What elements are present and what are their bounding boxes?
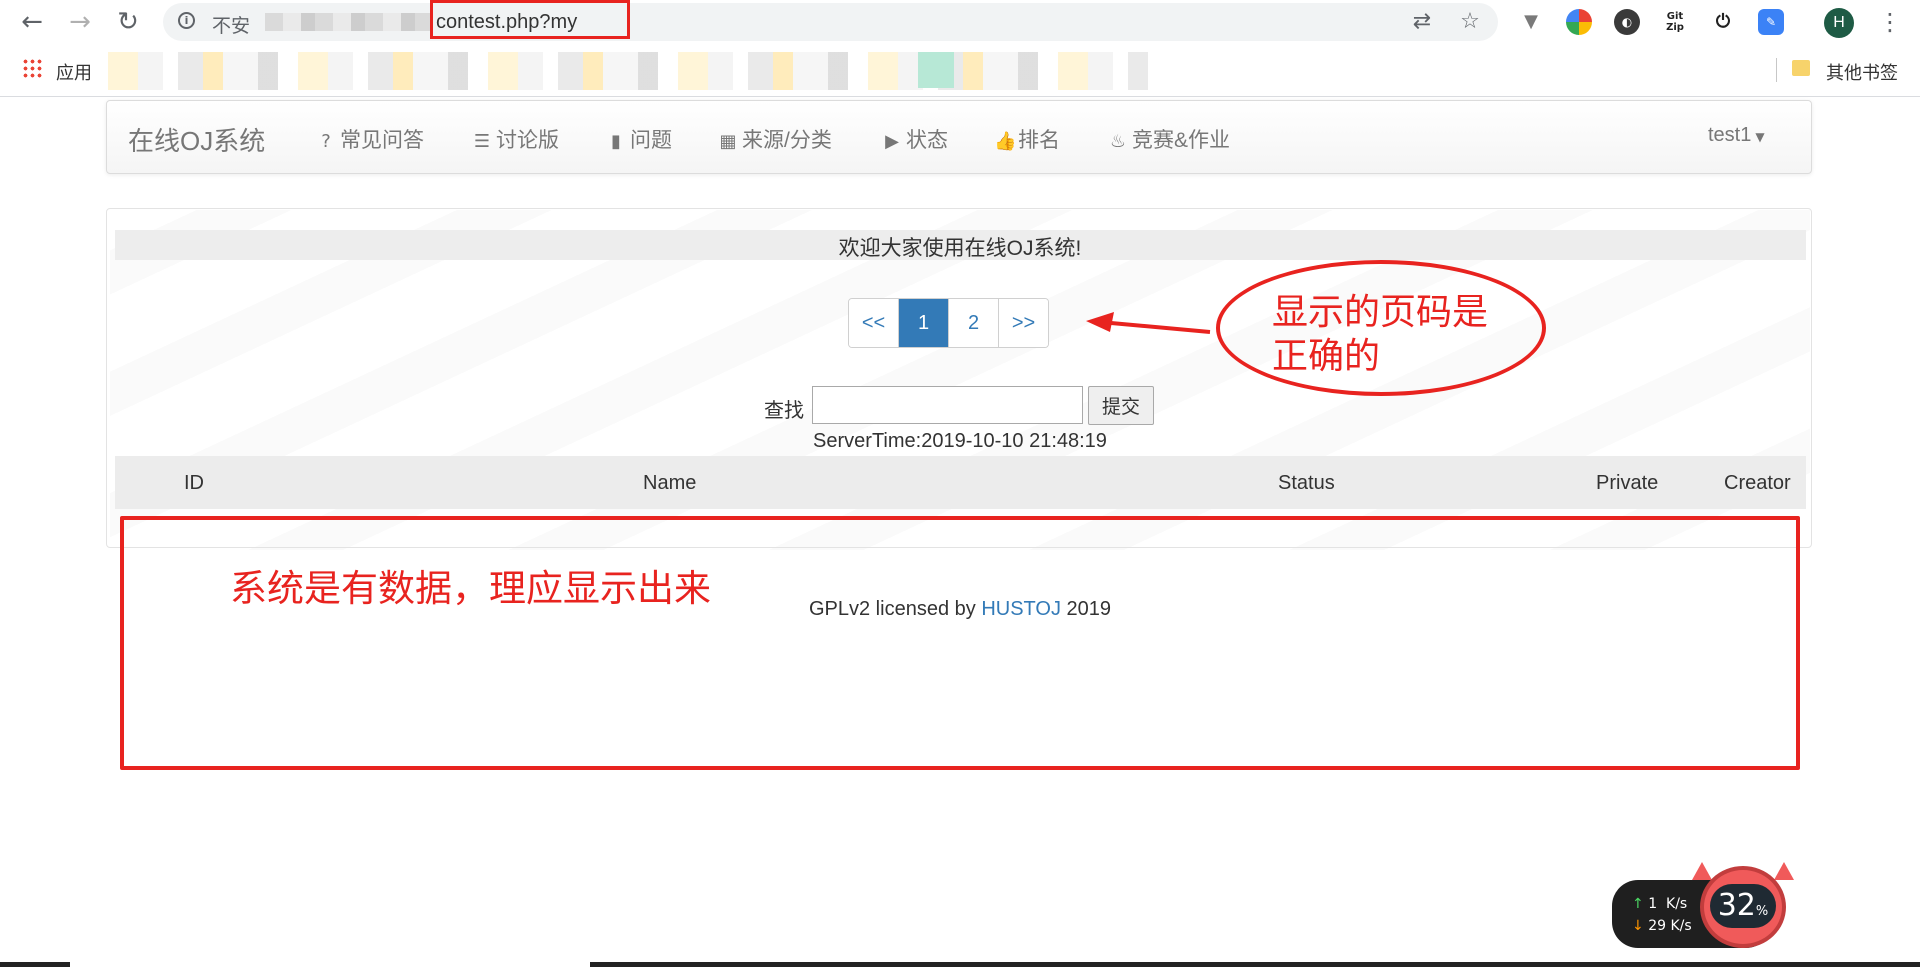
gauge-left-ear — [1692, 862, 1712, 880]
page-first[interactable]: << — [849, 299, 899, 347]
other-bookmarks[interactable]: 其他书签 — [1826, 59, 1898, 85]
bookmark-separator — [1776, 58, 1777, 82]
annotation-pager-note: 显示的页码是正确的 — [1272, 291, 1489, 376]
gauge-right-ear — [1774, 862, 1794, 880]
user-menu[interactable]: test1 ▼ — [1708, 124, 1765, 147]
nav-item-sources[interactable]: ▦ 来源/分类 — [718, 124, 831, 154]
taskbar-segment — [0, 962, 70, 967]
vue-devtools-icon[interactable]: ▼ — [1518, 9, 1544, 35]
nav-item-discuss[interactable]: ☰ 讨论版 — [472, 124, 559, 154]
column-header-creator: Creator — [1724, 472, 1791, 494]
caret-down-icon: ▼ — [1755, 130, 1765, 144]
play-circle-icon: ▶ — [885, 131, 899, 152]
cpu-usage: 32% — [1710, 884, 1776, 928]
fire-icon: ♨ — [1109, 131, 1127, 152]
annotation-arrow-icon — [1086, 312, 1211, 334]
translate-icon[interactable]: ⇄ — [1408, 8, 1436, 36]
annotation-table-note: 系统是有数据，理应显示出来 — [230, 568, 711, 609]
colorful-ext-icon[interactable] — [1566, 9, 1592, 35]
site-brand[interactable]: 在线OJ系统 — [128, 121, 265, 158]
dark-circle-ext-icon[interactable]: ◐ — [1614, 9, 1640, 35]
contest-table-header — [115, 456, 1806, 509]
blue-ext-icon[interactable]: ✎ — [1758, 9, 1784, 35]
bookmark-apps[interactable]: 应用 — [56, 59, 92, 85]
bottom-strip — [0, 961, 1920, 967]
power-ext-icon[interactable]: ⏻ — [1710, 9, 1736, 35]
server-time: ServerTime:2019-10-10 21:48:19 — [813, 430, 1107, 452]
arrow-up-icon: ↑ — [1632, 896, 1644, 912]
nav-item-ranking[interactable]: 👍排名 — [994, 124, 1060, 154]
annotation-table-box — [120, 516, 1800, 770]
back-arrow-icon[interactable]: ← — [16, 6, 48, 38]
upload-speed: ↑ 1 K/s — [1632, 896, 1688, 912]
nav-item-contests[interactable]: ♨ 竞赛&作业 — [1108, 124, 1230, 154]
download-speed: ↓ 29 K/s — [1632, 918, 1692, 934]
column-header-id: ID — [184, 472, 204, 494]
avatar[interactable]: H — [1824, 8, 1854, 38]
gitzip-ext-icon[interactable]: Git Zip — [1662, 9, 1688, 35]
nav-item-faq[interactable]: ? 常见问答 — [316, 124, 424, 154]
folder-icon — [1792, 60, 1810, 76]
nav-item-status[interactable]: ▶ 状态 — [882, 124, 948, 154]
url-text[interactable]: contest.php?my — [436, 11, 577, 34]
pagination: << 1 2 >> — [848, 298, 1049, 348]
star-icon[interactable]: ☆ — [1456, 8, 1484, 36]
search-input[interactable] — [812, 386, 1083, 424]
page-2[interactable]: 2 — [949, 299, 999, 347]
submit-button[interactable]: 提交 — [1088, 386, 1154, 425]
blurred-bookmark-green — [918, 52, 954, 88]
arrow-down-icon: ↓ — [1632, 918, 1644, 934]
welcome-text: 欢迎大家使用在线OJ系统! — [838, 237, 1082, 260]
column-header-name: Name — [643, 472, 697, 494]
nav-item-problems[interactable]: ▮ 问题 — [606, 124, 672, 154]
question-circle-icon: ? — [321, 131, 331, 152]
kebab-menu-icon[interactable]: ⋮ — [1878, 6, 1902, 38]
info-icon[interactable]: i — [178, 12, 195, 29]
list-icon: ☰ — [473, 131, 491, 152]
apps-grid-icon[interactable] — [22, 58, 42, 78]
search-label: 查找 — [764, 400, 804, 422]
column-header-private: Private — [1596, 472, 1659, 494]
taskbar-segment — [590, 962, 1920, 967]
forward-arrow-icon[interactable]: → — [64, 6, 96, 38]
thumbs-up-icon: 👍 — [994, 131, 1017, 152]
reload-icon[interactable]: ↻ — [112, 6, 144, 38]
page-1[interactable]: 1 — [899, 299, 949, 347]
page-last[interactable]: >> — [999, 299, 1048, 347]
book-icon: ▮ — [611, 131, 621, 152]
grid-icon: ▦ — [719, 131, 737, 152]
blurred-url-segment — [265, 13, 430, 31]
blurred-bookmarks — [108, 52, 1148, 90]
not-secure-label: 不安 — [212, 16, 251, 37]
column-header-status: Status — [1278, 472, 1335, 494]
